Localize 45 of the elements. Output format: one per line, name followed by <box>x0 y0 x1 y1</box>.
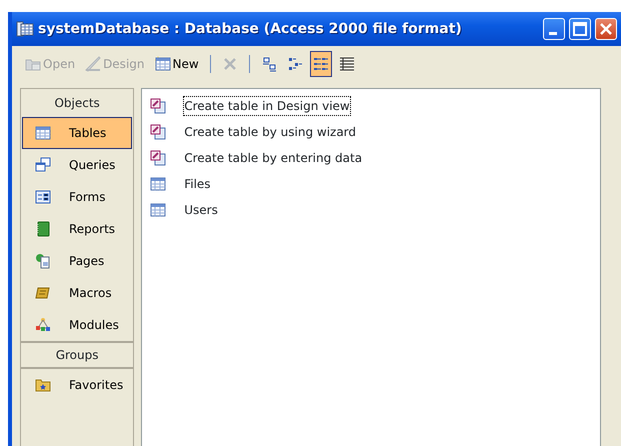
large-icons-icon <box>260 56 277 72</box>
section-header[interactable]: Objects <box>21 89 134 117</box>
details-view-icon <box>338 56 355 72</box>
small-icons-icon <box>286 56 303 72</box>
list-item[interactable]: Files <box>184 175 211 193</box>
query-icon <box>35 157 51 173</box>
list-item[interactable]: Create table by entering data <box>184 149 362 167</box>
minimize-icon <box>548 32 556 34</box>
toolbar-button[interactable]: New <box>152 51 202 77</box>
list-item[interactable]: Users <box>184 201 218 219</box>
database-icon <box>16 21 34 37</box>
list-item[interactable]: Create table in Design view <box>184 97 350 115</box>
maximize-icon <box>573 22 587 36</box>
report-icon <box>35 221 51 237</box>
modules-icon <box>35 317 51 333</box>
window-title: systemDatabase : Database (Access 2000 file format) <box>38 20 462 38</box>
minimize-button[interactable] <box>543 18 565 40</box>
sidebar-item[interactable]: Forms <box>22 181 132 213</box>
list-button[interactable] <box>310 51 332 77</box>
sidebar-item[interactable]: Tables <box>22 117 132 149</box>
table-icon <box>150 176 166 192</box>
list-view-icon <box>312 56 329 72</box>
new-table-icon <box>154 56 170 72</box>
page-icon <box>35 253 51 269</box>
favorites-folder-icon <box>35 377 51 393</box>
sidebar-item[interactable]: Reports <box>22 213 132 245</box>
section-header[interactable]: Groups <box>21 341 134 369</box>
sidebar-item[interactable]: Queries <box>22 149 132 181</box>
table-wizard-icon <box>150 98 166 114</box>
maximize-button[interactable] <box>569 18 591 40</box>
close-icon <box>600 23 612 35</box>
table-wizard-icon <box>150 150 166 166</box>
ruler-icon <box>85 56 102 72</box>
table-icon <box>150 202 166 218</box>
close-button[interactable] <box>595 18 617 40</box>
table-wizard-icon <box>150 124 166 140</box>
scroll-icon <box>35 285 51 301</box>
list-item[interactable]: Create table by using wizard <box>184 123 356 141</box>
sidebar-item[interactable]: Favorites <box>22 369 132 401</box>
form-icon <box>35 189 51 205</box>
sidebar-item[interactable]: Macros <box>22 277 132 309</box>
sidebar-item[interactable]: Modules <box>22 309 132 341</box>
sidebar-item[interactable]: Pages <box>22 245 132 277</box>
delete-icon <box>222 56 238 72</box>
table-icon <box>35 125 51 141</box>
